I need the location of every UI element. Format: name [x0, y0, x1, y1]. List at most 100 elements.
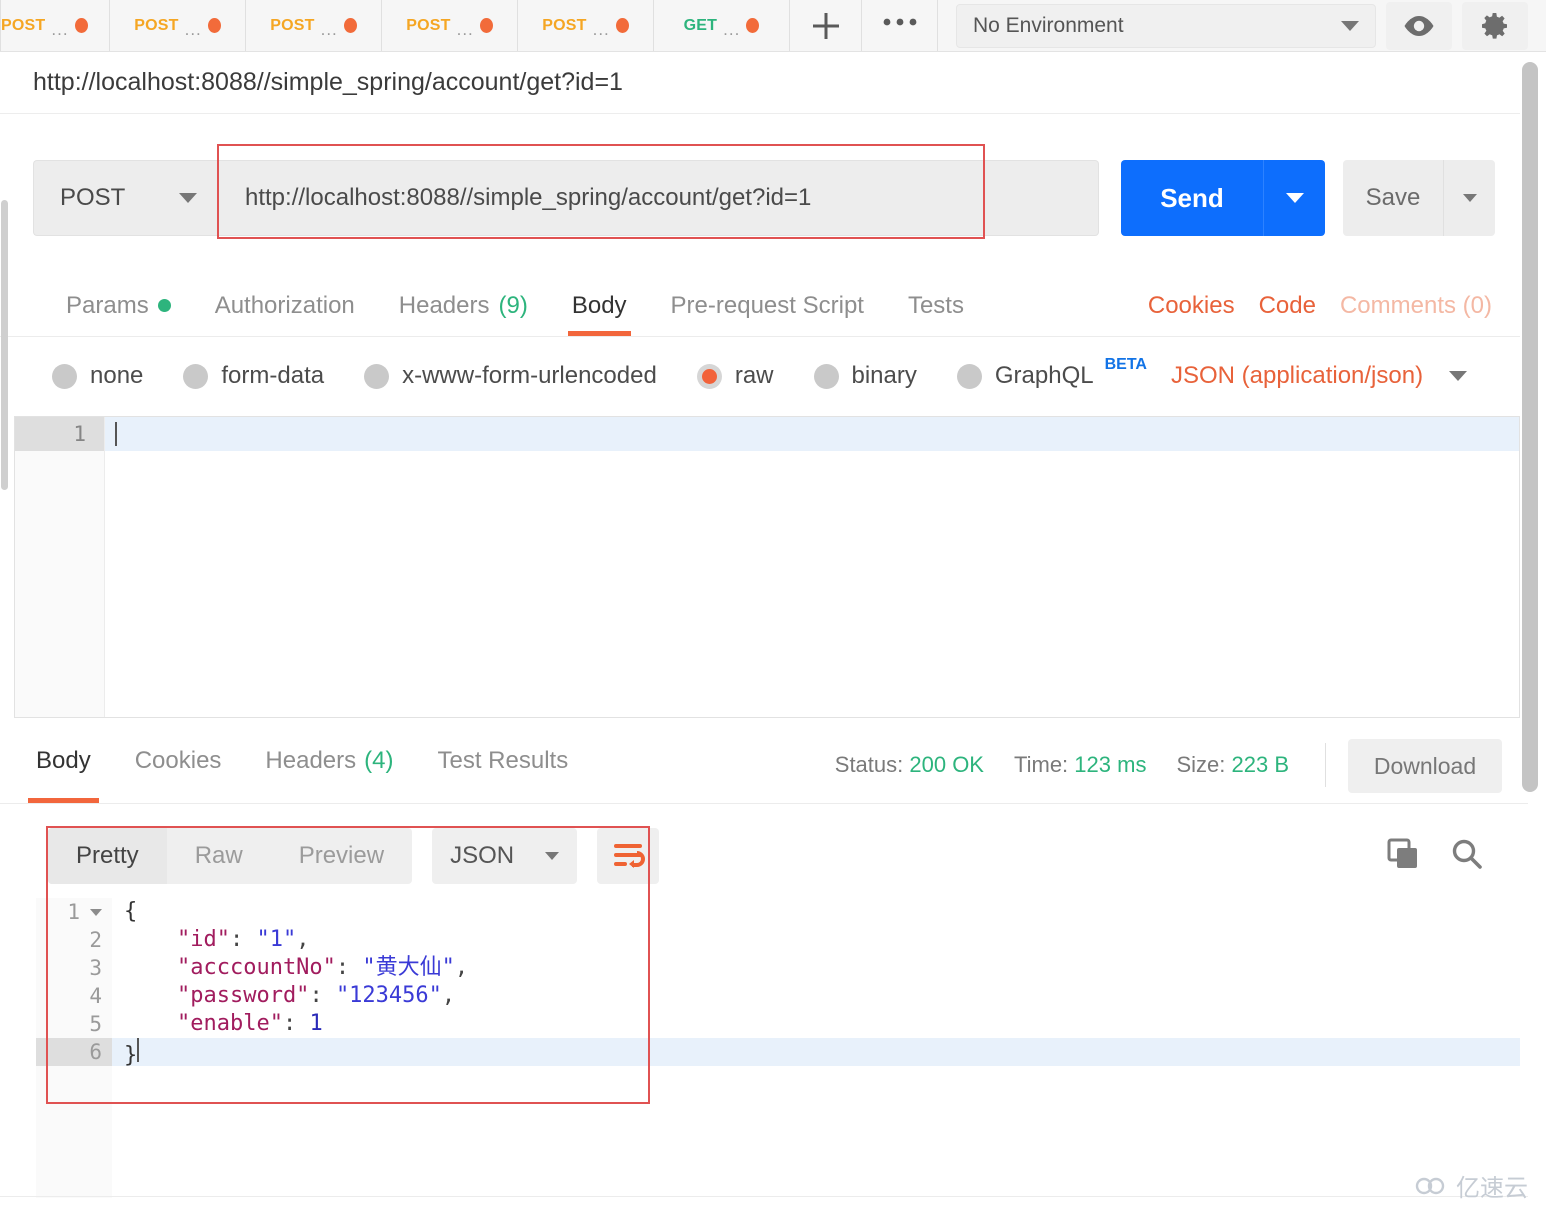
environment-quick-look-button[interactable]	[1386, 1, 1452, 50]
code-token: ,	[454, 955, 469, 980]
code-token: :	[229, 927, 257, 952]
request-body-editor[interactable]: 1	[14, 416, 1520, 718]
request-editor-content[interactable]	[105, 417, 1519, 717]
save-button[interactable]: Save	[1343, 160, 1495, 236]
save-options-button[interactable]	[1443, 160, 1495, 236]
send-options-button[interactable]	[1263, 160, 1325, 236]
request-tab-1[interactable]: POST ...	[0, 0, 110, 51]
tab-headers[interactable]: Headers (9)	[377, 275, 550, 336]
code-token: "password"	[124, 983, 310, 1008]
body-mode-urlencoded-label: x-www-form-urlencoded	[402, 362, 657, 389]
code-token: :	[282, 1011, 310, 1036]
send-button[interactable]: Send	[1121, 160, 1325, 236]
request-tab-4[interactable]: POST ...	[382, 0, 518, 51]
chevron-down-icon	[545, 852, 560, 860]
response-code-line: "id": "1",	[112, 926, 1520, 954]
http-method-selector[interactable]: POST	[33, 160, 219, 236]
radio-icon	[956, 363, 982, 389]
body-mode-binary-label: binary	[851, 362, 917, 389]
request-tab-2[interactable]: POST ...	[110, 0, 246, 51]
response-tab-body[interactable]: Body	[14, 732, 113, 803]
response-tab-cookies[interactable]: Cookies	[113, 732, 244, 803]
body-mode-graphql[interactable]: GraphQL BETA	[956, 356, 1149, 390]
more-tabs-button[interactable]	[862, 0, 938, 51]
code-token: {	[124, 899, 138, 924]
body-mode-none[interactable]: none	[52, 362, 143, 390]
comments-link[interactable]: Comments (0)	[1328, 275, 1504, 336]
tab-pre-request-script[interactable]: Pre-request Script	[649, 275, 886, 336]
cookies-link[interactable]: Cookies	[1136, 275, 1247, 336]
copy-button[interactable]	[1386, 837, 1420, 876]
response-code-content[interactable]: { "id": "1", "acccountNo": "黄大仙", "passw…	[112, 898, 1520, 1198]
unsaved-indicator-dot	[615, 18, 629, 33]
tab-body[interactable]: Body	[550, 275, 649, 336]
tab-title-label: ...	[320, 19, 338, 39]
unsaved-indicator-dot	[479, 18, 493, 33]
body-mode-form-data[interactable]: form-data	[183, 362, 324, 390]
body-mode-none-label: none	[90, 362, 144, 389]
response-code-line: "acccountNo": "黄大仙",	[112, 954, 1520, 982]
code-link[interactable]: Code	[1247, 275, 1328, 336]
code-token: }	[124, 1043, 138, 1068]
text-cursor	[115, 422, 117, 446]
response-body-viewer[interactable]: 1 2 3 4 5 6 { "id": "1", "acccountNo": "…	[36, 898, 1520, 1198]
content-type-selector[interactable]: JSON (application/json)	[1170, 362, 1468, 390]
tab-authorization[interactable]: Authorization	[193, 275, 377, 336]
tab-title-label: ...	[51, 19, 69, 39]
body-mode-raw-label: raw	[734, 362, 774, 389]
word-wrap-button[interactable]	[597, 828, 660, 884]
tab-headers-label: Headers	[398, 291, 490, 319]
code-token: "acccountNo"	[124, 955, 336, 980]
body-mode-urlencoded[interactable]: x-www-form-urlencoded	[364, 362, 657, 390]
response-tab-test-results[interactable]: Test Results	[415, 732, 590, 803]
view-mode-raw[interactable]: Raw	[167, 828, 271, 884]
new-tab-button[interactable]	[790, 0, 862, 51]
fold-toggle-icon[interactable]	[90, 908, 102, 916]
content-type-label: JSON (application/json)	[1170, 362, 1424, 389]
scrollbar-thumb[interactable]	[1, 200, 8, 490]
request-tab-5[interactable]: POST ...	[518, 0, 654, 51]
environment-controls: No Environment	[956, 0, 1546, 51]
response-line-number-row: 6	[36, 1038, 112, 1066]
tab-body-label: Body	[571, 291, 627, 319]
editor-line[interactable]	[105, 417, 1519, 451]
body-mode-binary[interactable]: binary	[813, 362, 917, 390]
body-mode-raw[interactable]: raw	[696, 362, 774, 390]
tab-method-label: POST	[134, 16, 179, 34]
beta-badge: BETA	[1104, 356, 1147, 373]
view-mode-preview[interactable]: Preview	[271, 828, 412, 884]
download-button[interactable]: Download	[1348, 739, 1502, 793]
response-line-number-row: 5	[36, 1010, 112, 1038]
tab-title-label: ...	[592, 19, 610, 39]
tab-params[interactable]: Params	[44, 275, 193, 336]
response-format-label: JSON	[450, 842, 515, 869]
response-format-selector[interactable]: JSON	[432, 828, 578, 884]
request-tab-6[interactable]: GET ...	[654, 0, 790, 51]
view-mode-pretty[interactable]: Pretty	[48, 828, 167, 884]
environment-selector[interactable]: No Environment	[956, 3, 1376, 48]
status-label: Status:	[834, 752, 904, 777]
code-token: "1"	[256, 927, 297, 952]
scrollbar-thumb[interactable]	[1522, 62, 1538, 792]
eye-icon	[1404, 15, 1434, 36]
search-icon	[1452, 839, 1482, 869]
size-group: Size: 223 B	[1176, 752, 1289, 778]
settings-button[interactable]	[1462, 1, 1528, 50]
request-tab-3[interactable]: POST ...	[246, 0, 382, 51]
code-token: 1	[309, 1011, 323, 1036]
tab-tests[interactable]: Tests	[886, 275, 986, 336]
code-token: ,	[296, 927, 310, 952]
ellipsis-icon	[883, 18, 916, 25]
chevron-down-icon	[1449, 371, 1468, 381]
response-line-number-row: 1	[36, 898, 112, 926]
radio-icon	[364, 363, 390, 389]
main-vertical-scrollbar[interactable]	[1520, 58, 1540, 798]
sidebar-vertical-scrollbar[interactable]	[0, 200, 9, 490]
response-line-number-row: 2	[36, 926, 112, 954]
unsaved-indicator-dot	[746, 18, 760, 33]
response-tab-headers[interactable]: Headers (4)	[243, 732, 415, 803]
radio-icon	[52, 363, 77, 389]
tab-authorization-label: Authorization	[214, 291, 355, 319]
search-button[interactable]	[1450, 837, 1484, 876]
url-input[interactable]: http://localhost:8088//simple_spring/acc…	[219, 160, 1099, 236]
